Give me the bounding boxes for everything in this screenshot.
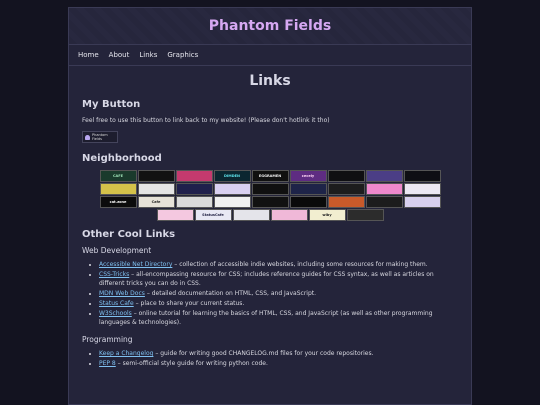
- site-button-label: Phantom Fields: [92, 133, 108, 141]
- other-links-heading: Other Cool Links: [82, 229, 176, 240]
- link-mdn-web-docs[interactable]: MDN Web Docs: [99, 290, 145, 297]
- link-description: – all-encompassing resource for CSS; inc…: [99, 271, 434, 287]
- my-button-heading: My Button: [82, 99, 141, 110]
- link-description: – semi-official style guide for writing …: [115, 360, 268, 367]
- neighborhood-buttons: CAFE DIMDEN EGGRAMEN cecely cat.zone Cafe Stat…: [95, 170, 445, 221]
- neighborhood-heading: Neighborhood: [82, 153, 162, 164]
- link-accessible-net-directory[interactable]: Accessible Net Directory: [99, 261, 172, 268]
- neighbor-button[interactable]: [175, 183, 213, 195]
- link-status-cafe[interactable]: Status Cafe: [99, 300, 134, 307]
- neighbor-button[interactable]: EGGRAMEN: [251, 170, 289, 182]
- neighbor-button[interactable]: [175, 196, 213, 208]
- neighbor-button[interactable]: [251, 183, 289, 195]
- neighbor-button[interactable]: [346, 209, 384, 221]
- neighbor-button-label: StatusCafe: [202, 213, 224, 217]
- page-title: Links: [249, 73, 291, 89]
- link-pep-8[interactable]: PEP 8: [99, 360, 116, 367]
- neighbor-button[interactable]: [403, 170, 441, 182]
- link-keep-a-changelog[interactable]: Keep a Changelog: [99, 350, 153, 357]
- ghost-icon: [85, 134, 90, 140]
- link-css-tricks[interactable]: CSS-Tricks: [99, 271, 129, 278]
- neighbor-button[interactable]: [327, 183, 365, 195]
- neighbor-button[interactable]: [232, 209, 270, 221]
- nav-graphics[interactable]: Graphics: [162, 45, 203, 65]
- list-item: CSS-Tricks – all-encompassing resource f…: [99, 270, 458, 288]
- neighbor-button[interactable]: [365, 170, 403, 182]
- site-button-88x31[interactable]: Phantom Fields: [82, 131, 118, 143]
- neighbor-button[interactable]: [251, 196, 289, 208]
- site-title[interactable]: Phantom Fields: [209, 18, 331, 34]
- programming-heading: Programming: [82, 335, 133, 344]
- link-description: – online tutorial for learning the basic…: [99, 310, 433, 326]
- list-item: Status Cafe – place to share your curren…: [99, 299, 458, 308]
- neighbor-button[interactable]: [403, 183, 441, 195]
- programming-list: Keep a Changelog – guide for writing goo…: [82, 349, 458, 368]
- link-description: – collection of accessible indie website…: [172, 261, 428, 268]
- neighbor-button[interactable]: [156, 209, 194, 221]
- neighbor-button[interactable]: Cafe: [137, 196, 175, 208]
- neighbor-button[interactable]: [137, 170, 175, 182]
- neighbor-button[interactable]: [213, 183, 251, 195]
- neighbor-button[interactable]: [289, 183, 327, 195]
- neighbor-button[interactable]: [213, 196, 251, 208]
- neighbor-button[interactable]: [327, 196, 365, 208]
- page-container: Phantom Fields Home About Links Graphics…: [68, 7, 472, 405]
- neighbor-button-label: wiby: [322, 213, 332, 217]
- neighbor-button-label: CAFE: [112, 174, 124, 178]
- nav-home[interactable]: Home: [73, 45, 104, 65]
- main-content: Links My Button Feel free to use this bu…: [69, 73, 471, 368]
- list-item: Accessible Net Directory – collection of…: [99, 260, 458, 269]
- list-item: MDN Web Docs – detailed documentation on…: [99, 289, 458, 298]
- neighbor-button[interactable]: [137, 183, 175, 195]
- webdev-heading: Web Development: [82, 246, 152, 255]
- neighbor-button[interactable]: [403, 196, 441, 208]
- nav-about[interactable]: About: [104, 45, 135, 65]
- neighborhood-buttons-wrap: CAFE DIMDEN EGGRAMEN cecely cat.zone Cafe Stat…: [82, 170, 458, 221]
- neighbor-button[interactable]: [289, 196, 327, 208]
- neighbor-button[interactable]: DIMDEN: [213, 170, 251, 182]
- list-item: PEP 8 – semi-official style guide for wr…: [99, 359, 458, 368]
- neighbor-button[interactable]: wiby: [308, 209, 346, 221]
- site-button-line2: Fields: [92, 137, 102, 141]
- neighbor-button[interactable]: [270, 209, 308, 221]
- webdev-list: Accessible Net Directory – collection of…: [82, 260, 458, 327]
- list-item: W3Schools – online tutorial for learning…: [99, 309, 458, 327]
- neighbor-button-label: EGGRAMEN: [258, 174, 282, 178]
- neighbor-button[interactable]: [175, 170, 213, 182]
- neighbor-button[interactable]: [99, 183, 137, 195]
- link-description: – guide for writing good CHANGELOG.md fi…: [153, 350, 374, 357]
- neighbor-button[interactable]: StatusCafe: [194, 209, 232, 221]
- neighbor-button-label: DIMDEN: [224, 174, 240, 178]
- link-description: – place to share your current status.: [133, 300, 245, 307]
- site-header: Phantom Fields: [69, 8, 471, 45]
- neighbor-button-label: cecely: [301, 174, 315, 178]
- link-w3schools[interactable]: W3Schools: [99, 310, 132, 317]
- neighbor-button-label: cat.zone: [109, 200, 127, 204]
- neighbor-button-label: Cafe: [151, 200, 161, 204]
- my-button-text: Feel free to use this button to link bac…: [82, 117, 330, 124]
- neighbor-button[interactable]: cecely: [289, 170, 327, 182]
- link-description: – detailed documentation on HTML, CSS, a…: [144, 290, 317, 297]
- neighbor-button[interactable]: [365, 183, 403, 195]
- nav-links[interactable]: Links: [134, 45, 162, 65]
- neighbor-button[interactable]: CAFE: [99, 170, 137, 182]
- neighbor-button[interactable]: cat.zone: [99, 196, 137, 208]
- neighbor-button[interactable]: [327, 170, 365, 182]
- list-item: Keep a Changelog – guide for writing goo…: [99, 349, 458, 358]
- neighbor-button[interactable]: [365, 196, 403, 208]
- nav-bar: Home About Links Graphics: [69, 45, 471, 66]
